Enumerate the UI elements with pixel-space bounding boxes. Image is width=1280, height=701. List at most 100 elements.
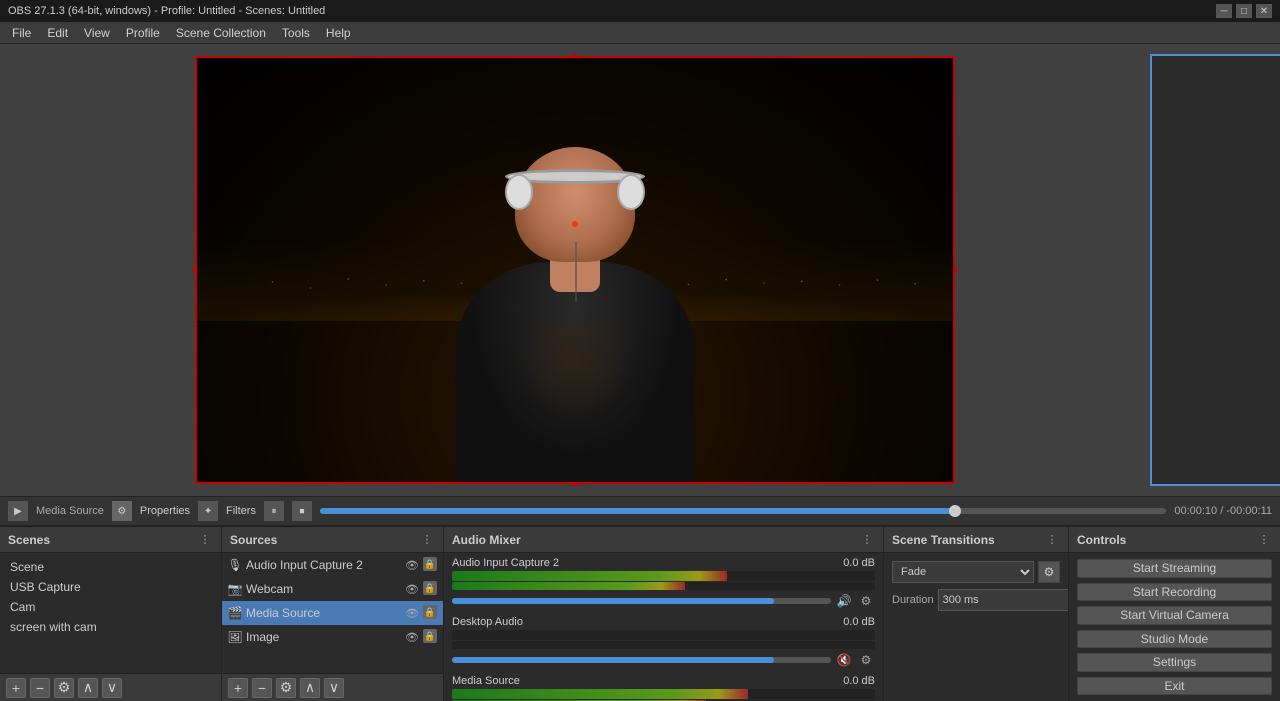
scenes-remove-button[interactable]: − [30,678,50,698]
scenes-add-button[interactable]: + [6,678,26,698]
audio-input-mute-button[interactable]: 🔊 [835,592,853,610]
audio-track-media-header: Media Source 0.0 dB [452,675,875,687]
source-item-image[interactable]: 🖼 Image 👁 🔒 [222,625,443,649]
scene-item-usb[interactable]: USB Capture [0,577,221,597]
scene-item-cam[interactable]: Cam [0,597,221,617]
scenes-up-button[interactable]: ∧ [78,678,98,698]
audio-meter-fill-2 [452,582,685,590]
audio-mixer-title: Audio Mixer [452,533,521,547]
source-visibility-media[interactable]: 👁 [404,605,420,621]
duration-input[interactable] [938,589,1068,611]
transition-gear-button[interactable]: ⚙ [1038,561,1060,583]
menu-tools[interactable]: Tools [274,24,318,42]
time-display: 00:00:10 / -00:00:11 [1174,505,1272,517]
timeline-progress[interactable] [320,508,1166,514]
audio-meter-fill-media-1 [452,689,748,699]
maximize-button[interactable]: □ [1236,4,1252,18]
audio-input-icon: 🎙 [228,558,242,572]
headphone-left [505,174,533,210]
properties-label: Properties [140,505,190,517]
audio-track-desktop-name: Desktop Audio [452,616,523,628]
desktop-audio-gear-button[interactable]: ⚙ [857,651,875,669]
sources-list: 🎙 Audio Input Capture 2 👁 🔒 📷 Webcam 👁 🔒… [222,553,443,673]
source-label-media: Media Source [246,606,400,620]
menu-profile[interactable]: Profile [118,24,168,42]
source-item-audio-input[interactable]: 🎙 Audio Input Capture 2 👁 🔒 [222,553,443,577]
minimize-button[interactable]: ─ [1216,4,1232,18]
exit-button[interactable]: Exit [1077,677,1272,696]
source-visibility-image[interactable]: 👁 [404,629,420,645]
start-streaming-button[interactable]: Start Streaming [1077,559,1272,578]
menu-scene-collection[interactable]: Scene Collection [168,24,274,42]
source-actions-image: 👁 🔒 [404,629,437,645]
scenes-footer: + − ⚙ ∧ ∨ [0,673,221,701]
sources-add-button[interactable]: + [228,678,248,698]
preview-canvas [195,56,955,484]
start-virtual-camera-button[interactable]: Start Virtual Camera [1077,606,1272,625]
audio-tracks-list: Audio Input Capture 2 0.0 dB 🔊 ⚙ [444,553,883,701]
transitions-title: Scene Transitions [892,533,995,547]
menu-help[interactable]: Help [318,24,359,42]
sources-panel: Sources ⋮ 🎙 Audio Input Capture 2 👁 🔒 📷 … [222,527,444,701]
audio-track-input-db: 0.0 dB [843,557,875,569]
sources-settings-button[interactable]: ⚙ [276,678,296,698]
stop-button[interactable]: ⏹ [292,501,312,521]
sources-remove-button[interactable]: − [252,678,272,698]
source-visibility-webcam[interactable]: 👁 [404,581,420,597]
controls-content: Start Streaming Start Recording Start Vi… [1069,553,1280,701]
controls-options-button[interactable]: ⋮ [1256,532,1272,548]
scenes-options-button[interactable]: ⋮ [197,532,213,548]
red-dot-face [572,221,578,227]
sources-title: Sources [230,533,277,547]
headphone-right [617,174,645,210]
audio-input-gear-button[interactable]: ⚙ [857,592,875,610]
audio-input-controls: 🔊 ⚙ [452,592,875,610]
desktop-audio-controls: 🔇 ⚙ [452,651,875,669]
audio-track-desktop: Desktop Audio 0.0 dB 🔇 ⚙ [444,614,883,671]
scene-item-scene[interactable]: Scene [0,557,221,577]
transition-type-select[interactable]: Fade Cut Swipe Slide [892,561,1034,583]
desktop-audio-volume-slider[interactable] [452,657,831,663]
duration-label: Duration [892,594,934,606]
menu-file[interactable]: File [4,24,39,42]
source-item-webcam[interactable]: 📷 Webcam 👁 🔒 [222,577,443,601]
sources-up-button[interactable]: ∧ [300,678,320,698]
properties-button[interactable]: ⚙ [112,501,132,521]
audio-input-volume-slider[interactable] [452,598,831,604]
pause-button[interactable]: ⏸ [264,501,284,521]
audio-meter-input-1 [452,571,875,581]
menu-view[interactable]: View [76,24,118,42]
filters-button[interactable]: ✦ [198,501,218,521]
source-item-media[interactable]: 🎬 Media Source 👁 🔒 [222,601,443,625]
sources-footer: + − ⚙ ∧ ∨ [222,673,443,701]
source-label-audio: Audio Input Capture 2 [246,558,400,572]
settings-button[interactable]: Settings [1077,653,1272,672]
studio-mode-button[interactable]: Studio Mode [1077,630,1272,649]
audio-track-input: Audio Input Capture 2 0.0 dB 🔊 ⚙ [444,555,883,612]
menubar: File Edit View Profile Scene Collection … [0,22,1280,44]
start-recording-button[interactable]: Start Recording [1077,583,1272,602]
transitions-options-button[interactable]: ⋮ [1044,532,1060,548]
sources-panel-header: Sources ⋮ [222,527,443,553]
scenes-down-button[interactable]: ∨ [102,678,122,698]
play-button[interactable]: ▶ [8,501,28,521]
controls-header-icons: ⋮ [1256,532,1272,548]
sources-options-button[interactable]: ⋮ [419,532,435,548]
controls-panel: Controls ⋮ Start Streaming Start Recordi… [1069,527,1280,701]
sources-down-button[interactable]: ∨ [324,678,344,698]
audio-mixer-options-button[interactable]: ⋮ [859,532,875,548]
scenes-panel-header: Scenes ⋮ [0,527,221,553]
scenes-header-icons: ⋮ [197,532,213,548]
menu-edit[interactable]: Edit [39,24,76,42]
shirt-design [515,322,635,422]
scenes-title: Scenes [8,533,50,547]
source-visibility-audio[interactable]: 👁 [404,557,420,573]
close-button[interactable]: ✕ [1256,4,1272,18]
scene-item-screen[interactable]: screen with cam [0,617,221,637]
timeline-thumb [949,505,961,517]
scenes-settings-button[interactable]: ⚙ [54,678,74,698]
transition-duration-row: Duration ▲ ▼ [892,589,1060,611]
audio-track-media: Media Source 0.0 dB 🔊 ⚙ [444,673,883,701]
desktop-audio-mute-button[interactable]: 🔇 [835,651,853,669]
titlebar: OBS 27.1.3 (64-bit, windows) - Profile: … [0,0,1280,22]
